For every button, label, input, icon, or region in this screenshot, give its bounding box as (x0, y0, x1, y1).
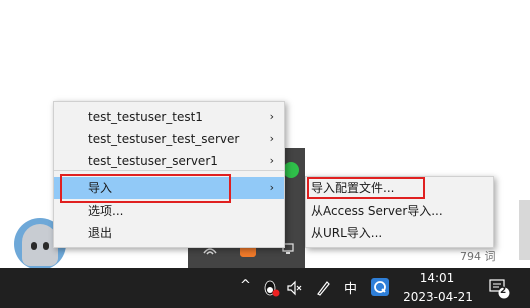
menu-item-label: test_testuser_server1 (88, 154, 218, 168)
chevron-right-icon: › (269, 132, 274, 145)
menu-item-label: 选项... (88, 204, 124, 218)
menu-item-label: 从Access Server导入... (311, 204, 443, 218)
menu-item-profile-test1[interactable]: test_testuser_test1 › (54, 106, 284, 128)
clock-date: 2023-04-21 (403, 290, 473, 304)
pen-icon[interactable] (314, 279, 332, 301)
notification-center-icon[interactable]: 2 (488, 277, 510, 303)
qq-tray-icon[interactable] (262, 279, 280, 301)
menu-item-label: 退出 (88, 226, 113, 240)
menu-item-options[interactable]: 选项... (54, 200, 284, 222)
menu-item-label: test_testuser_test1 (88, 110, 203, 124)
menu-item-profile-test-server[interactable]: test_testuser_test_server › (54, 128, 284, 150)
chevron-right-icon: › (269, 154, 274, 167)
menu-separator (54, 170, 284, 171)
wechat-tray-icon[interactable] (283, 162, 299, 178)
avatar-eye-icon (31, 242, 37, 250)
taskbar: ^ 中 14:01 2023-04-21 2 (0, 268, 530, 308)
notification-count-badge: 2 (500, 286, 507, 296)
menu-item-profile-server1[interactable]: test_testuser_server1 › (54, 150, 284, 172)
avatar-eye-icon (43, 242, 49, 250)
scrollbar[interactable] (519, 200, 530, 260)
menu-item-exit[interactable]: 退出 (54, 222, 284, 244)
chevron-right-icon: › (269, 110, 274, 123)
submenu-item-import-from-access-server[interactable]: 从Access Server导入... (306, 200, 493, 222)
annotation-box-import (60, 174, 231, 203)
menu-item-label: 从URL导入... (311, 226, 383, 240)
menu-item-label: test_testuser_test_server (88, 132, 240, 146)
app-q-icon[interactable] (371, 278, 389, 296)
annotation-box-import-config (307, 177, 425, 199)
volume-muted-icon[interactable] (285, 279, 303, 301)
submenu-item-import-from-url[interactable]: 从URL导入... (306, 222, 493, 244)
clock-time: 14:01 (419, 271, 455, 285)
word-count: 794 词 (460, 250, 496, 263)
show-hidden-icons-button[interactable]: ^ (240, 278, 251, 293)
ime-mode-indicator[interactable]: 中 (344, 278, 357, 297)
chevron-right-icon: › (269, 181, 274, 194)
